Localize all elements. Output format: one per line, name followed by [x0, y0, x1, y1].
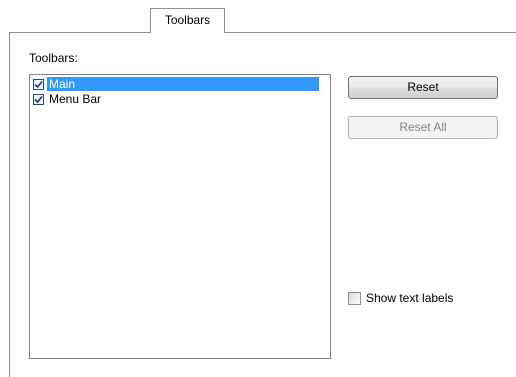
list-item[interactable]: Main — [33, 77, 319, 91]
show-text-labels-option[interactable]: Show text labels — [348, 291, 453, 305]
tab-toolbars[interactable]: Toolbars — [150, 8, 225, 33]
toolbars-list-label: Toolbars: — [29, 51, 78, 65]
toolbars-list[interactable]: Main Menu Bar — [29, 74, 331, 359]
list-item-label: Main — [47, 77, 319, 91]
checkmark-icon — [34, 95, 43, 103]
toolbar-menu-bar-checkbox[interactable] — [33, 93, 44, 105]
toolbar-main-checkbox[interactable] — [33, 78, 44, 90]
show-text-labels-label: Show text labels — [366, 291, 454, 305]
list-item-label: Menu Bar — [49, 92, 102, 106]
reset-all-button[interactable]: Reset All — [348, 116, 498, 139]
list-item[interactable]: Menu Bar — [33, 92, 319, 106]
show-text-labels-checkbox[interactable] — [348, 291, 361, 305]
reset-button[interactable]: Reset — [348, 76, 498, 99]
checkmark-icon — [34, 80, 43, 88]
tab-strip: Toolbars — [0, 0, 516, 33]
toolbars-dialog-page: Toolbars Toolbars: Main Menu Bar Reset R… — [0, 0, 516, 377]
